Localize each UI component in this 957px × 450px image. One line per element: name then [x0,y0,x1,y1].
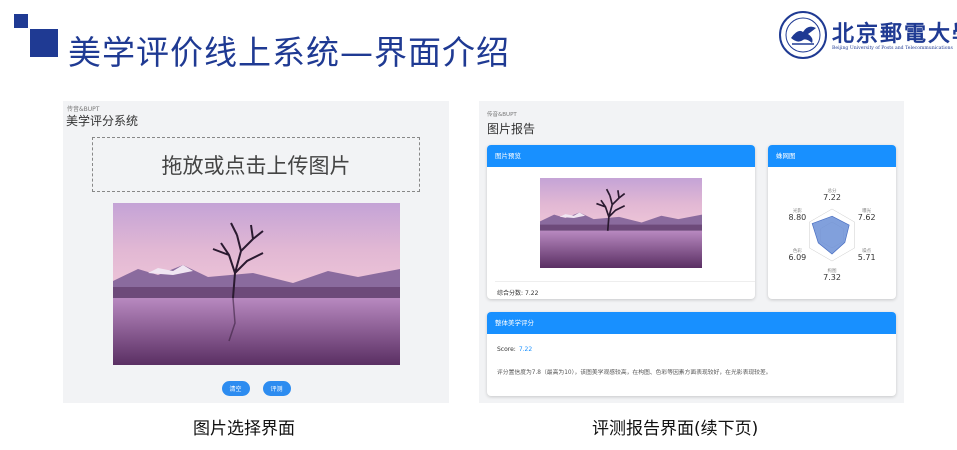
logo-name-cn: 北京郵電大學 [832,21,957,47]
clear-button[interactable]: 清空 [221,381,250,396]
brand-label: 传音&BUPT [487,112,517,118]
overall-card-header: 整体美学评分 [487,312,896,334]
image-select-screen: 传音&BUPT 美学评分系统 拖放或点击上传图片 清空 评测 [63,101,449,403]
logo-name-en: Beijing University of Posts and Telecomm… [832,46,953,51]
preview-card: 图片预览 综合分数: 7.22 [487,145,755,299]
radar-area [811,215,850,255]
university-seal-icon [779,11,827,59]
slide-title: 美学评价线上系统—界面介绍 [68,33,510,72]
radar-card: 蛛网图 总分 7.22 曝光 7.62 噪点 5.71 构图 7.32 色彩 6.09 光影 8.80 [768,145,896,299]
score-label: Score: [497,346,516,353]
overall-score-line: 综合分数: 7.22 [495,281,755,297]
uploaded-image [113,203,400,365]
caption-image-select: 图片选择界面 [193,419,295,439]
radar-axis-value: 7.62 [858,213,876,222]
radar-axis-value: 5.71 [858,253,876,262]
score-row: Score: 7.22 [497,346,532,353]
preview-image [540,178,702,268]
university-logo: 北京郵電大學 Beijing University of Posts and T… [778,10,957,62]
upload-text: 拖放或点击上传图片 [161,153,351,178]
overall-score-value: 7.22 [525,290,539,297]
overall-score-label: 综合分数: [497,290,524,297]
evaluate-button[interactable]: 评测 [262,381,291,396]
report-title: 图片报告 [487,122,536,136]
radar-axis-value: 7.22 [823,193,841,202]
score-value: 7.22 [518,346,533,353]
radar-axis-value: 8.80 [788,213,806,222]
report-screen: 传音&BUPT 图片报告 图片预览 综合分数: 7.22 蛛网图 总分 7.22 曝光… [479,101,904,403]
slide: 美学评价线上系统—界面介绍 北京郵電大學 Beijing University … [0,0,957,450]
radar-axis-value: 6.09 [788,253,806,262]
system-title: 美学评分系统 [66,114,139,128]
decor-square-small [14,14,28,28]
overall-aesthetics-card: 整体美学评分 Score: 7.22 评分置信度为7.8（最高为10），该图美学观… [487,312,896,396]
upload-dropzone[interactable]: 拖放或点击上传图片 [92,137,420,192]
radar-card-header: 蛛网图 [768,145,896,167]
radar-axis-value: 7.32 [823,273,841,282]
caption-report: 评测报告界面(续下页) [592,419,759,439]
score-description: 评分置信度为7.8（最高为10），该图美学观感较高，在构图、色彩等因素方面表现较… [497,370,772,376]
decor-square-large [30,29,58,57]
action-buttons: 清空 评测 [63,381,449,396]
preview-card-header: 图片预览 [487,145,755,167]
radar-chart: 总分7.22曝光7.62噪点5.71构图7.32色彩6.09光影8.80 [788,187,876,282]
